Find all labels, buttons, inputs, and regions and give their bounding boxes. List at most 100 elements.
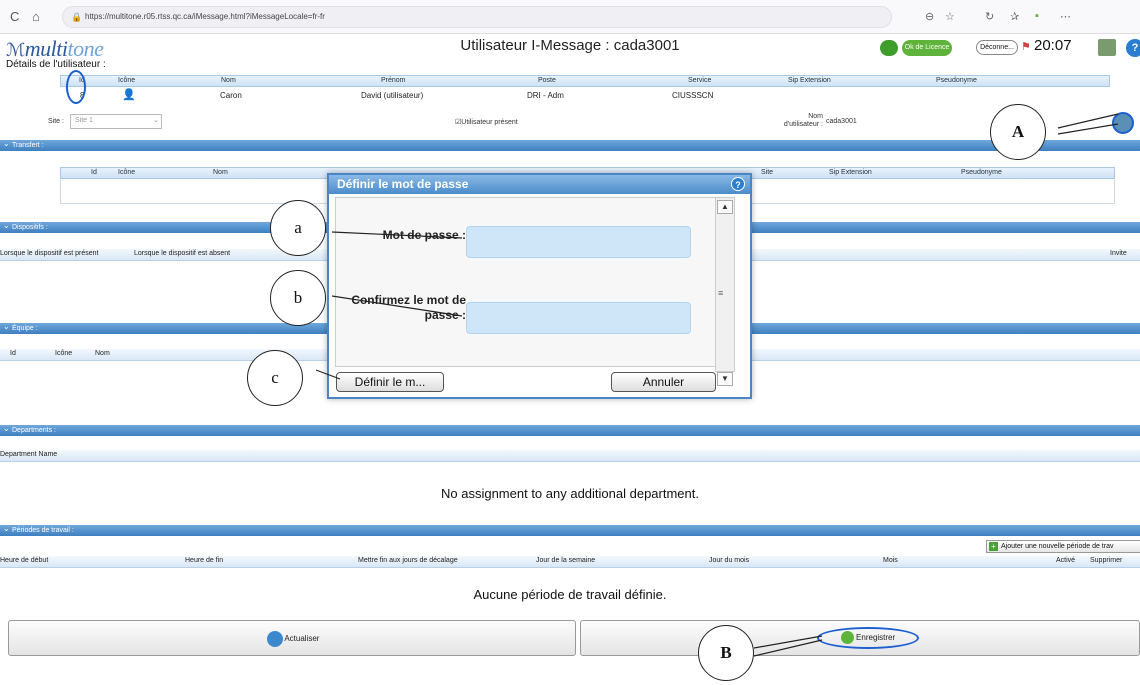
highlight-ring — [66, 70, 86, 104]
col-nom: Nom — [213, 169, 228, 176]
zoom-icon[interactable]: ⊖ — [925, 10, 934, 23]
save-label: Enregistrer — [856, 633, 896, 642]
section-periodes[interactable]: Périodes de travail : — [0, 523, 1140, 536]
user-icon: 👤 — [122, 89, 136, 101]
departments-header: Department Name — [0, 450, 1140, 462]
cell-service: CIUSSSCN — [672, 91, 714, 100]
license-button[interactable]: Ok de Licence — [902, 40, 952, 56]
table-row[interactable]: 8 👤 Caron David (utilisateur) DRI - Adm … — [60, 89, 1110, 104]
confirm-password-input[interactable] — [466, 302, 691, 334]
address-bar[interactable]: 🔒 https://multitone.r05.rtss.qc.ca/iMess… — [62, 6, 892, 28]
help-icon[interactable]: ? — [1126, 39, 1140, 57]
plus-icon: + — [989, 542, 998, 551]
scroll-down-icon[interactable]: ▼ — [717, 372, 733, 386]
chat-icon[interactable] — [1098, 39, 1116, 56]
dialog-title: Définir le mot de passe — [329, 175, 750, 194]
add-period-button[interactable]: + Ajouter une nouvelle période de trav — [986, 540, 1140, 553]
username-label: Nom d'utilisateur : — [783, 113, 823, 128]
password-input[interactable] — [466, 226, 691, 258]
refresh-page-icon[interactable]: ↻ — [985, 10, 994, 23]
section-departments[interactable]: Departments : — [0, 423, 1140, 436]
col-icone: Icône — [118, 77, 136, 84]
scroll-up-icon[interactable]: ▲ — [717, 200, 733, 214]
col-supprimer: Supprimer — [1090, 557, 1123, 564]
confirm-password-label: Confirmez le mot de passe : — [351, 293, 466, 322]
user-table-header: Id Icône Nom Prénom Poste Service Sip Ex… — [60, 75, 1110, 87]
departments-empty-text: No assignment to any additional departme… — [441, 486, 699, 501]
cell-nom: Caron — [220, 91, 242, 100]
col-poste: Poste — [538, 77, 556, 84]
scroll-grip-icon[interactable]: ≡ — [718, 288, 723, 298]
col-jour-semaine: Jour de la semaine — [536, 557, 596, 564]
details-label: Détails de l'utilisateur : — [6, 59, 106, 70]
col-site: Site — [761, 169, 774, 176]
site-value: Site 1 — [75, 117, 93, 124]
col-sip: Sip Extension — [829, 169, 872, 176]
col-invite: Invite — [1110, 250, 1127, 257]
logout-button[interactable]: Déconne... — [976, 40, 1018, 55]
home-icon[interactable]: ⌂ — [32, 9, 40, 24]
check-icon — [840, 631, 854, 645]
more-menu-icon[interactable]: ⋯ — [1060, 10, 1071, 23]
section-transfert[interactable]: Transfert : — [0, 138, 1140, 151]
refresh-label: Actualiser — [284, 634, 320, 644]
callout-A: A — [990, 104, 1046, 160]
col-id: Id — [91, 169, 97, 176]
col-service: Service — [688, 77, 712, 84]
license-status-icon — [880, 40, 898, 56]
dialog-scrollbar[interactable]: ▲ ≡ ▼ — [715, 197, 735, 386]
reload-icon[interactable]: C — [10, 9, 19, 24]
col-jour-mois: Jour du mois — [709, 557, 750, 564]
refresh-button[interactable]: Actualiser — [8, 620, 576, 656]
col-prenom: Prénom — [381, 77, 406, 84]
col-icone: Icône — [55, 350, 73, 357]
col-nom: Nom — [95, 350, 110, 357]
col-present: Lorsque le dispositif est présent — [0, 250, 99, 257]
col-heure-debut: Heure de début — [0, 557, 49, 564]
add-period-label: Ajouter une nouvelle période de trav — [1001, 543, 1114, 550]
refresh-icon — [266, 631, 283, 647]
present-checkbox-wrap[interactable]: ☑Utilisateur présent — [455, 118, 518, 126]
col-mois: Mois — [883, 557, 898, 564]
col-department-name: Department Name — [0, 451, 58, 458]
callout-a: a — [270, 200, 326, 256]
col-nom: Nom — [221, 77, 236, 84]
site-select[interactable]: Site 1 ⌄ — [70, 114, 162, 129]
bookmark-star-icon[interactable]: ☆ — [945, 10, 955, 23]
extension-icon[interactable]: ▪ — [1035, 10, 1039, 22]
set-password-button[interactable]: Définir le m... — [336, 372, 444, 392]
password-label: Mot de passe : — [382, 228, 466, 242]
set-password-dialog: Définir le mot de passe ? Mot de passe :… — [327, 173, 752, 399]
cancel-button[interactable]: Annuler — [611, 372, 716, 392]
lock-icon: 🔒 — [71, 12, 83, 22]
col-heure-fin: Heure de fin — [185, 557, 224, 564]
chevron-down-icon: ⌄ — [153, 117, 159, 124]
set-password-icon[interactable] — [1112, 112, 1134, 134]
browser-toolbar: C ⌂ 🔒 https://multitone.r05.rtss.qc.ca/i… — [0, 0, 1140, 34]
site-label: Site : — [48, 118, 64, 125]
col-sip: Sip Extension — [788, 77, 831, 84]
favorites-icon[interactable]: ✰ — [1010, 10, 1019, 23]
alarm-icon: ⚑ — [1021, 41, 1031, 53]
present-label: Utilisateur présent — [461, 119, 518, 126]
cell-poste: DRI - Adm — [527, 91, 564, 100]
callout-B: B — [698, 625, 754, 681]
cell-prenom: David (utilisateur) — [361, 91, 424, 100]
col-decalage: Mettre fin aux jours de décalage — [358, 557, 458, 564]
username-value: cada3001 — [826, 118, 857, 125]
page-title: Utilisateur I-Message : cada3001 — [460, 37, 680, 54]
col-absent: Lorsque le dispositif est absent — [134, 250, 231, 257]
dialog-help-icon[interactable]: ? — [731, 177, 745, 191]
col-pseudo: Pseudonyme — [961, 169, 1002, 176]
periodes-header: Heure de début Heure de fin Mettre fin a… — [0, 556, 1140, 568]
save-button[interactable]: Enregistrer — [580, 620, 1140, 656]
col-active: Activé — [1056, 557, 1076, 564]
dialog-body: Mot de passe : Confirmez le mot de passe… — [335, 197, 717, 392]
callout-c: c — [247, 350, 303, 406]
url-text: https://multitone.r05.rtss.qc.ca/iMessag… — [85, 12, 325, 21]
col-pseudo: Pseudonyme — [936, 77, 977, 84]
col-icone: Icône — [118, 169, 136, 176]
callout-b: b — [270, 270, 326, 326]
col-id: Id — [10, 350, 16, 357]
periodes-empty-text: Aucune période de travail définie. — [473, 587, 667, 602]
